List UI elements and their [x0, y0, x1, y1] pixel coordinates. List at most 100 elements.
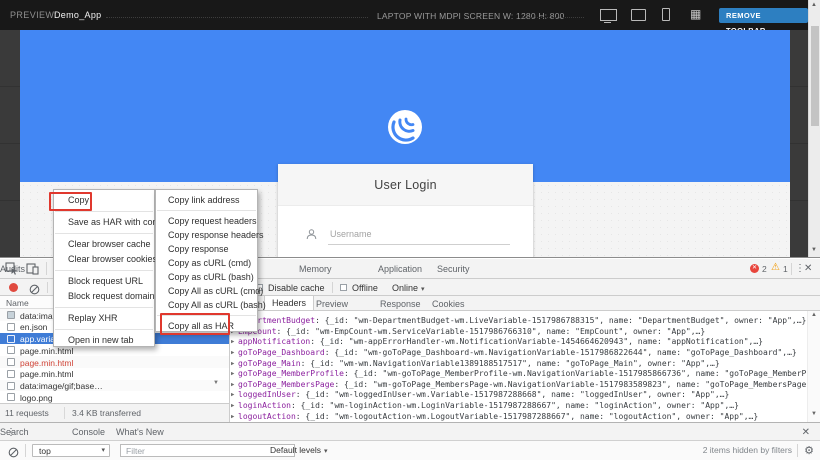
laptop-icon[interactable]: [600, 9, 617, 21]
disable-cache-label[interactable]: Disable cache: [268, 283, 325, 293]
context-menu-item[interactable]: Open in new tab: [54, 333, 154, 348]
json-key[interactable]: logoutAction: [238, 412, 296, 421]
record-icon[interactable]: [9, 283, 18, 292]
json-tree-row[interactable]: loggedInUser: {_id: "wm-loggedInUser-wm.…: [231, 390, 807, 401]
qr-code-icon[interactable]: ▦: [690, 8, 701, 21]
scrollbar-thumb[interactable]: [811, 26, 819, 126]
gear-icon[interactable]: ⚙: [804, 444, 814, 457]
json-key[interactable]: appNotification: [238, 337, 310, 346]
submenu-item[interactable]: Copy as cURL (bash): [156, 270, 257, 284]
devtools-tab[interactable]: Audits: [0, 264, 25, 274]
preview-toolbar: PREVIEW: Demo_App LAPTOP WITH MDPI SCREE…: [0, 0, 808, 30]
submenu-item[interactable]: Copy request headers: [156, 214, 257, 228]
throttling-dropdown[interactable]: Online: [392, 283, 425, 293]
context-menu-item[interactable]: Block request domain: [54, 289, 154, 304]
file-name[interactable]: page.min.html: [20, 369, 73, 379]
expand-arrow-icon[interactable]: [231, 348, 238, 359]
file-type-icon: [7, 358, 15, 366]
context-selector[interactable]: top ▾: [32, 444, 110, 457]
json-key[interactable]: goToPage_MemberProfile: [238, 369, 344, 378]
context-menu-item[interactable]: Clear browser cookies: [54, 252, 154, 267]
context-menu-item[interactable]: Replay XHR: [54, 311, 154, 326]
file-name[interactable]: page.min.html: [20, 358, 73, 368]
file-name[interactable]: app.varia: [20, 334, 55, 344]
expand-arrow-icon[interactable]: [231, 359, 238, 370]
context-menu-item[interactable]: Block request URL: [54, 274, 154, 289]
page-scrollbar[interactable]: ▲ ▼: [808, 0, 820, 257]
name-column-header[interactable]: Name: [6, 298, 29, 308]
submenu-item[interactable]: Copy All as cURL (cmd): [156, 284, 257, 298]
network-file-row[interactable]: page.min.html: [0, 356, 229, 368]
scroll-down-icon[interactable]: ▼: [811, 247, 817, 253]
json-tree-row[interactable]: EmpCount: {_id: "wm-EmpCount-wm.ServiceV…: [231, 327, 807, 338]
remove-toolbar-button[interactable]: REMOVE TOOLBAR: [719, 8, 808, 23]
expand-arrow-icon[interactable]: [231, 401, 238, 412]
devtools-tab[interactable]: Application: [378, 264, 422, 274]
user-icon: [306, 227, 317, 238]
json-tree-row[interactable]: goToPage_Dashboard: {_id: "wm-goToPage_D…: [231, 348, 807, 359]
chevron-down-icon: ▾: [101, 446, 105, 454]
device-toolbar-icon[interactable]: [26, 262, 40, 276]
error-badge-icon[interactable]: ✕: [750, 264, 759, 273]
detail-tab[interactable]: Headers: [264, 296, 314, 310]
scroll-down-icon[interactable]: ▼: [811, 411, 817, 417]
drawer-tab[interactable]: What's New: [116, 427, 164, 437]
json-key[interactable]: loginAction: [238, 401, 291, 410]
expand-arrow-icon[interactable]: [231, 390, 238, 401]
detail-tab[interactable]: Response: [380, 299, 421, 309]
file-name[interactable]: en.json: [20, 322, 47, 332]
json-key[interactable]: loggedInUser: [238, 390, 296, 399]
phone-icon[interactable]: [662, 8, 670, 21]
warning-count[interactable]: 1: [783, 264, 788, 274]
submenu-item[interactable]: Copy All as cURL (bash): [156, 298, 257, 312]
network-file-row[interactable]: logo.png: [0, 391, 229, 403]
expand-arrow-icon[interactable]: [231, 412, 238, 422]
file-name[interactable]: logo.png: [20, 393, 53, 403]
console-filter-input[interactable]: Filter: [120, 444, 295, 457]
detail-tab[interactable]: Cookies: [432, 299, 465, 309]
drawer-tab[interactable]: Console: [72, 427, 105, 437]
expand-arrow-icon[interactable]: [231, 380, 238, 391]
submenu-item[interactable]: Copy link address: [156, 193, 257, 207]
username-input[interactable]: Username: [330, 229, 372, 239]
network-file-row[interactable]: data:image/gif;base…: [0, 380, 229, 392]
list-scroll-down-icon[interactable]: ▼: [213, 380, 219, 386]
file-name[interactable]: data:image/gif;base…: [20, 381, 103, 391]
error-count[interactable]: 2: [762, 264, 767, 274]
json-key[interactable]: goToPage_MembersPage: [238, 380, 334, 389]
json-tree-row[interactable]: DepartmentBudget: {_id: "wm-DepartmentBu…: [231, 316, 807, 327]
json-tree-row[interactable]: goToPage_MemberProfile: {_id: "wm-goToPa…: [231, 369, 807, 380]
submenu-item[interactable]: Copy as cURL (cmd): [156, 256, 257, 270]
warning-icon[interactable]: ⚠: [771, 262, 780, 273]
expand-arrow-icon[interactable]: [231, 337, 238, 348]
clear-icon[interactable]: [29, 282, 40, 293]
submenu-item[interactable]: Copy response: [156, 242, 257, 256]
json-tree-row[interactable]: loginAction: {_id: "wm-loginAction-wm.Lo…: [231, 401, 807, 412]
expand-arrow-icon[interactable]: [231, 369, 238, 380]
detail-scrollbar[interactable]: ▲ ▼: [807, 311, 820, 422]
devtools-tab[interactable]: Memory: [299, 264, 332, 274]
json-tree-row[interactable]: appNotification: {_id: "wm-appErrorHandl…: [231, 337, 807, 348]
console-clear-icon[interactable]: [8, 445, 19, 456]
json-tree-row[interactable]: goToPage_MembersPage: {_id: "wm-goToPage…: [231, 380, 807, 391]
json-tree-row[interactable]: logoutAction: {_id: "wm-logoutAction-wm.…: [231, 412, 807, 422]
scroll-up-icon[interactable]: ▲: [811, 2, 817, 8]
json-tree-row[interactable]: goToPage_Main: {_id: "wm-wm.NavigationVa…: [231, 359, 807, 370]
drawer-tab[interactable]: Search: [0, 427, 29, 437]
network-file-row[interactable]: page.min.html: [0, 368, 229, 380]
log-levels-dropdown[interactable]: Default levels: [270, 445, 328, 455]
scroll-up-icon[interactable]: ▲: [811, 312, 817, 318]
drawer-close-icon[interactable]: ✕: [802, 427, 810, 438]
offline-label[interactable]: Offline: [352, 283, 378, 293]
devtools-close-icon[interactable]: ✕: [804, 263, 812, 274]
context-menu-item[interactable]: Save as HAR with content: [54, 215, 154, 230]
json-key[interactable]: goToPage_Main: [238, 359, 301, 368]
detail-tab[interactable]: Preview: [316, 299, 348, 309]
context-menu-item[interactable]: Clear browser cache: [54, 237, 154, 252]
json-key[interactable]: goToPage_Dashboard: [238, 348, 325, 357]
tablet-icon[interactable]: [631, 9, 646, 21]
file-name[interactable]: data:imag: [20, 311, 57, 321]
devtools-tab[interactable]: Security: [437, 264, 470, 274]
offline-checkbox[interactable]: [340, 284, 347, 291]
submenu-item[interactable]: Copy response headers: [156, 228, 257, 242]
